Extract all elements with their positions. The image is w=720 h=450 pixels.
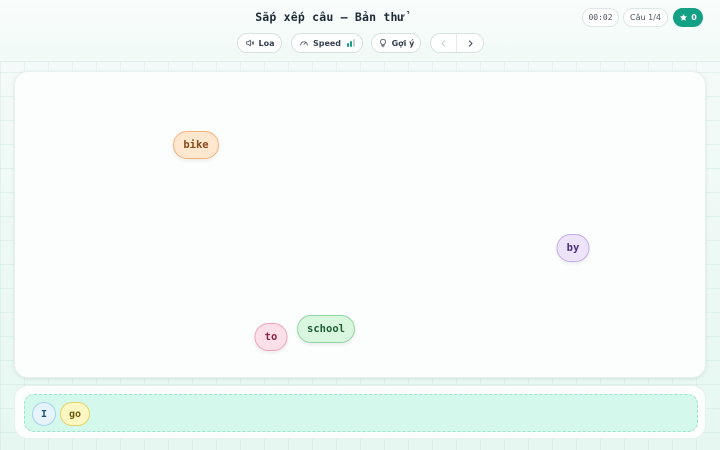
answer-dropzone[interactable]: I go xyxy=(24,394,698,432)
hint-button[interactable]: Gợi ý xyxy=(371,33,421,53)
next-question-button[interactable] xyxy=(457,34,483,52)
star-icon xyxy=(680,13,688,21)
speedometer-icon xyxy=(300,41,308,46)
speed-bar xyxy=(353,39,356,47)
speed-bar xyxy=(347,43,350,47)
word-chip-bike[interactable]: bike xyxy=(173,131,219,159)
speed-level-indicator xyxy=(347,39,356,47)
game-title: Sắp xếp câu — Bản thử xyxy=(255,10,405,24)
speaker-mute-icon xyxy=(245,39,254,47)
star-score-badge: 0 xyxy=(673,8,703,27)
speed-button[interactable]: Speed xyxy=(291,33,363,53)
chevron-left-icon xyxy=(441,39,446,47)
timer-display: 00:02 xyxy=(582,8,619,27)
star-count: 0 xyxy=(691,13,697,22)
word-board: bike by to school xyxy=(14,71,706,378)
speaker-label: Loa xyxy=(258,38,275,48)
lightbulb-icon xyxy=(379,38,386,48)
question-counter: Câu 1/4 xyxy=(623,8,668,27)
placed-word-go[interactable]: go xyxy=(60,402,90,426)
speed-label: Speed xyxy=(312,38,342,48)
top-bar: Sắp xếp câu — Bản thử 00:02 Câu 1/4 0 Lo… xyxy=(0,0,720,62)
placed-word-i[interactable]: I xyxy=(32,402,56,426)
previous-question-button[interactable] xyxy=(431,34,458,52)
answer-tray: I go xyxy=(14,385,706,439)
speed-bar xyxy=(350,41,353,47)
word-chip-to[interactable]: to xyxy=(254,323,288,351)
speaker-button[interactable]: Loa xyxy=(237,33,282,53)
chevron-right-icon xyxy=(468,39,472,47)
word-chip-by[interactable]: by xyxy=(556,234,590,262)
question-navigation xyxy=(430,33,484,53)
word-chip-school[interactable]: school xyxy=(297,315,355,343)
hint-label: Gợi ý xyxy=(391,38,415,48)
